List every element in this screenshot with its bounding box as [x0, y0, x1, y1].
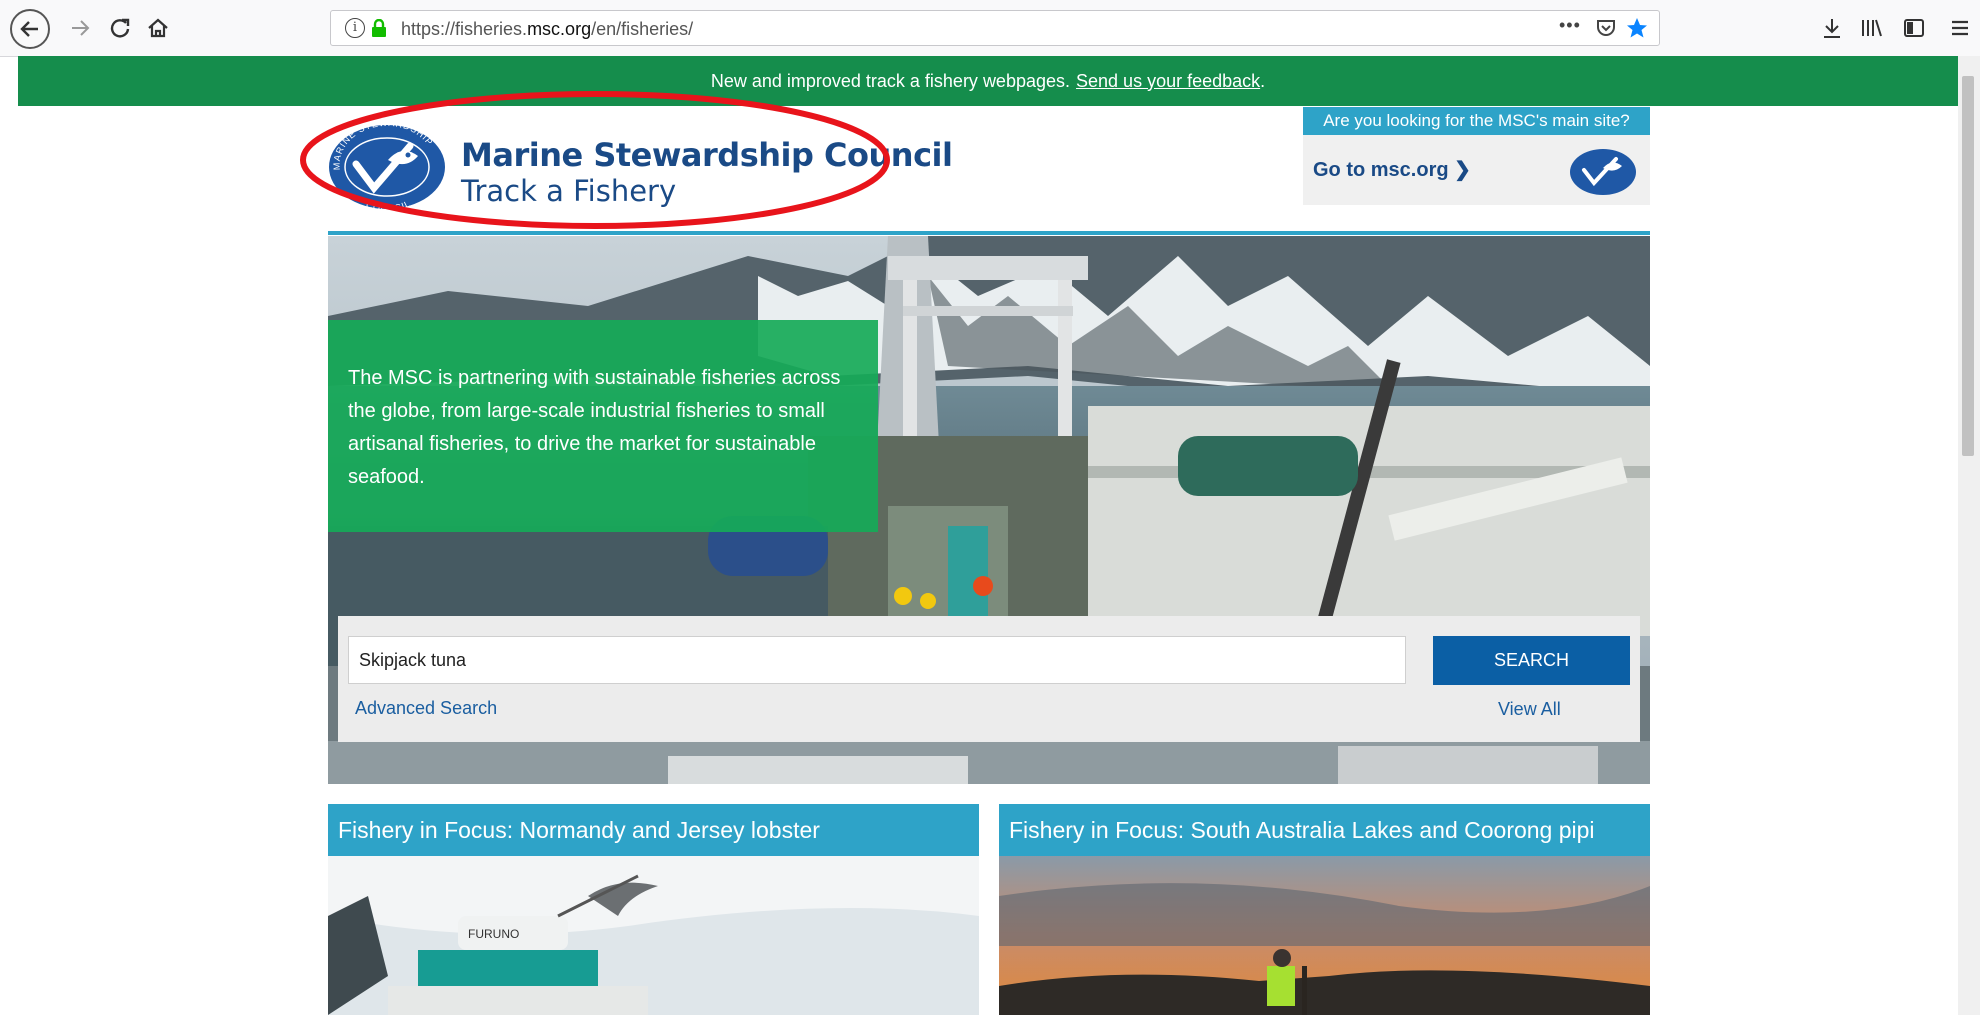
lock-icon[interactable]	[371, 18, 387, 37]
fishery-focus-card-lobster[interactable]: Fishery in Focus: Normandy and Jersey lo…	[328, 804, 979, 1015]
pipi-beach-sunset-photo	[999, 856, 1650, 1015]
search-panel: SEARCH Advanced Search View All	[338, 616, 1640, 742]
forward-arrow-icon[interactable]	[60, 8, 100, 48]
red-highlight-ellipse	[300, 91, 890, 229]
hamburger-menu-icon[interactable]	[1940, 8, 1980, 48]
chevron-right-icon: ❯	[1454, 159, 1471, 181]
svg-text:FURUNO: FURUNO	[468, 927, 519, 941]
browser-toolbar: i https://fisheries.msc.org/en/fisheries…	[0, 0, 1980, 57]
notice-period: .	[1260, 70, 1266, 91]
scrollbar-thumb[interactable]	[1962, 76, 1974, 456]
view-all-link[interactable]: View All	[1498, 699, 1561, 720]
pocket-icon[interactable]	[1595, 17, 1617, 45]
url-text: https://fisheries.msc.org/en/fisheries/	[401, 19, 694, 39]
card-title[interactable]: Fishery in Focus: South Australia Lakes …	[999, 804, 1650, 856]
hero-intro-text: The MSC is partnering with sustainable f…	[348, 367, 841, 488]
download-icon[interactable]	[1812, 8, 1852, 48]
card-title[interactable]: Fishery in Focus: Normandy and Jersey lo…	[328, 804, 979, 856]
search-button[interactable]: SEARCH	[1433, 636, 1630, 685]
sidebar-icon[interactable]	[1894, 8, 1934, 48]
reload-icon[interactable]	[100, 8, 140, 48]
msc-small-logo-icon[interactable]	[1568, 147, 1638, 197]
hero-intro-panel: The MSC is partnering with sustainable f…	[328, 320, 878, 532]
main-site-question: Are you looking for the MSC's main site?	[1303, 107, 1650, 135]
info-icon[interactable]: i	[345, 18, 365, 38]
go-to-msc-link[interactable]: Go to msc.org ❯	[1313, 157, 1471, 182]
search-input[interactable]	[348, 636, 1406, 684]
home-icon[interactable]	[138, 8, 178, 48]
fishery-focus-card-pipi[interactable]: Fishery in Focus: South Australia Lakes …	[999, 804, 1650, 1015]
back-arrow-icon[interactable]	[10, 9, 50, 49]
main-site-promo: Are you looking for the MSC's main site?…	[1303, 107, 1650, 205]
advanced-search-link[interactable]: Advanced Search	[355, 698, 497, 719]
library-icon[interactable]	[1852, 8, 1892, 48]
header-divider	[328, 231, 1650, 235]
lobster-boat-photo: FURUNO	[328, 856, 979, 1015]
feedback-link[interactable]: Send us your feedback	[1076, 71, 1260, 92]
page-actions-menu-icon[interactable]: •••	[1559, 15, 1581, 36]
address-bar[interactable]: i https://fisheries.msc.org/en/fisheries…	[330, 10, 1660, 46]
go-to-msc-label[interactable]: Go to msc.org	[1313, 159, 1449, 181]
bookmark-star-icon[interactable]	[1625, 16, 1649, 46]
